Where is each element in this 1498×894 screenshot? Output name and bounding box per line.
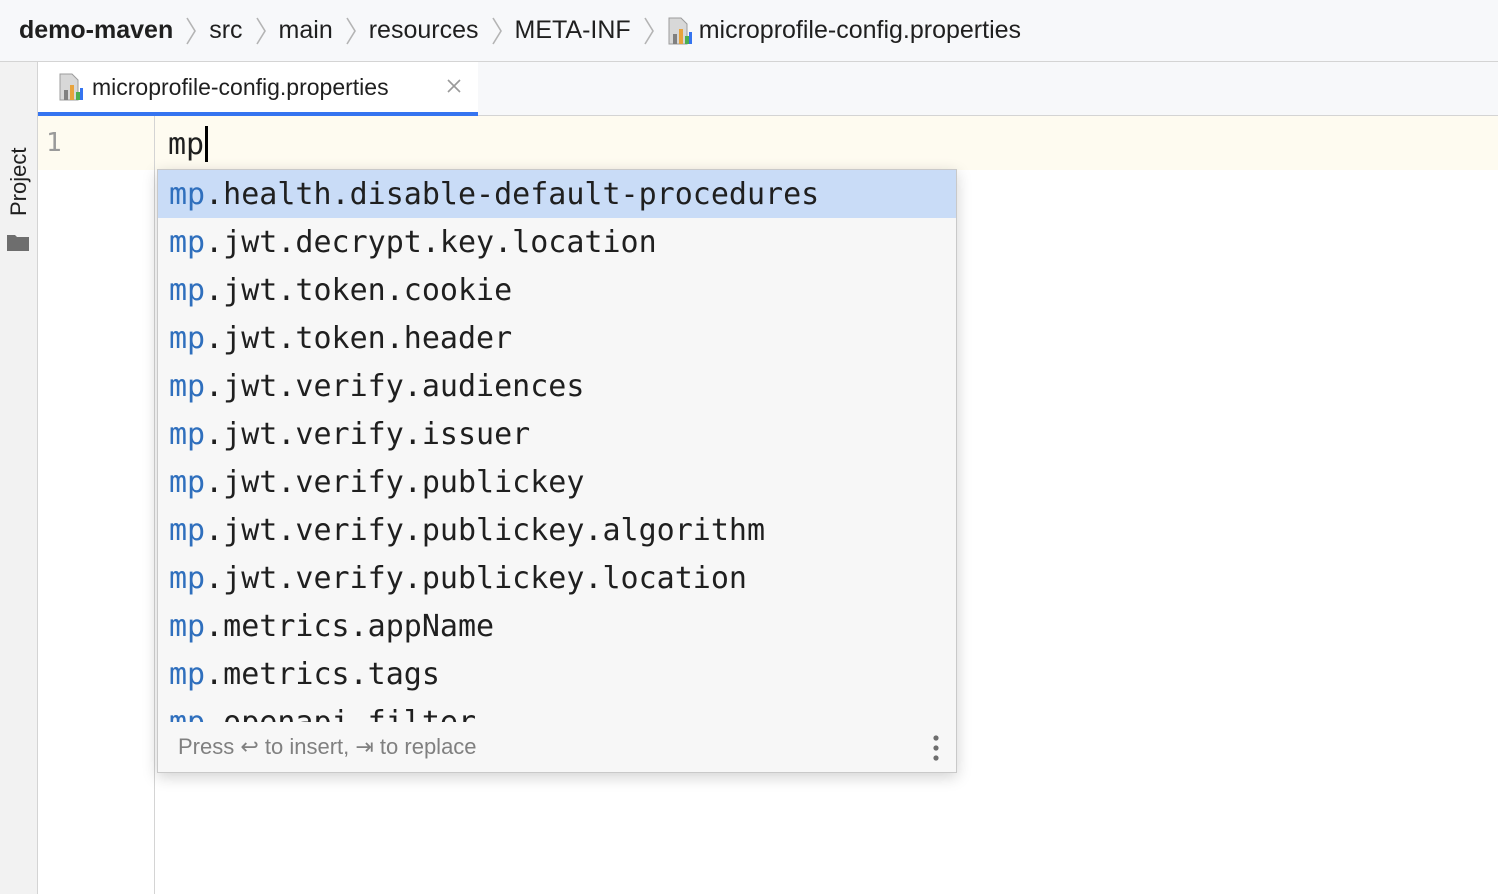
editor-tab-bar: microprofile-config.properties (38, 62, 1498, 116)
completion-item-text: .jwt.verify.publickey.algorithm (205, 512, 766, 548)
completion-item[interactable]: mp .jwt.verify.publickey.algorithm (158, 506, 956, 554)
completion-item[interactable]: mp .jwt.decrypt.key.location (158, 218, 956, 266)
breadcrumb-item-resources[interactable]: resources (369, 16, 479, 45)
completion-item-match: mp (169, 512, 206, 548)
completion-item[interactable]: mp .openapi.filter (158, 698, 956, 723)
completion-hint: Press ↩ to insert, ⇥ to replace (178, 734, 477, 759)
completion-item-text: .jwt.verify.issuer (205, 416, 531, 452)
text-caret (205, 126, 209, 162)
completion-item[interactable]: mp .jwt.verify.publickey.location (158, 554, 956, 602)
completion-item-text: .jwt.verify.publickey.location (205, 560, 747, 596)
completion-item[interactable]: mp .jwt.token.header (158, 314, 956, 362)
chevron-right-icon (254, 16, 268, 46)
line-number: 1 (46, 128, 62, 158)
completion-item-text: .jwt.token.header (205, 320, 513, 356)
breadcrumb-item-main[interactable]: main (279, 16, 333, 45)
completion-item[interactable]: mp .jwt.verify.publickey (158, 458, 956, 506)
project-tool-window-button[interactable]: Project (3, 142, 35, 222)
close-icon[interactable] (444, 76, 464, 96)
completion-item[interactable]: mp .metrics.tags (158, 650, 956, 698)
completion-item-match: mp (169, 176, 206, 212)
breadcrumb: demo-maven src main resources META-INF m… (0, 0, 1498, 62)
breadcrumb-item-project[interactable]: demo-maven (19, 16, 173, 45)
completion-item-match: mp (169, 368, 206, 404)
completion-item[interactable]: mp .jwt.verify.issuer (158, 410, 956, 458)
completion-item-text: .jwt.token.cookie (205, 272, 513, 308)
completion-list: mp .health.disable-default-procedures mp .j… (158, 170, 956, 722)
completion-item-match: mp (169, 656, 206, 692)
completion-item[interactable]: mp .metrics.appName (158, 602, 956, 650)
properties-file-icon (667, 16, 693, 46)
completion-item-text: .health.disable-default-procedures (205, 176, 820, 212)
completion-item-match: mp (169, 464, 206, 500)
completion-item-text: .openapi.filter (205, 704, 477, 723)
completion-item-match: mp (169, 704, 206, 723)
completion-popup: mp .health.disable-default-procedures mp .j… (157, 169, 957, 773)
breadcrumb-item-meta-inf[interactable]: META-INF (515, 16, 631, 45)
folder-icon[interactable] (6, 232, 30, 252)
properties-file-icon (58, 72, 84, 102)
breadcrumb-item-src[interactable]: src (209, 16, 242, 45)
editor-text[interactable]: mp (168, 126, 209, 162)
left-tool-strip: Project (0, 62, 38, 894)
completion-item-match: mp (169, 224, 206, 260)
completion-footer: Press ↩ to insert, ⇥ to replace (158, 722, 956, 772)
completion-item[interactable]: mp .health.disable-default-procedures (158, 170, 956, 218)
completion-item-text: .metrics.tags (205, 656, 440, 692)
completion-item-text: .jwt.decrypt.key.location (205, 224, 657, 260)
completion-item-match: mp (169, 560, 206, 596)
completion-item-match: mp (169, 416, 206, 452)
chevron-right-icon (184, 16, 198, 46)
current-line-highlight (38, 116, 1498, 170)
completion-item-match: mp (169, 320, 206, 356)
completion-item-match: mp (169, 272, 206, 308)
completion-item-match: mp (169, 608, 206, 644)
completion-item[interactable]: mp .jwt.token.cookie (158, 266, 956, 314)
tab-microprofile-config[interactable]: microprofile-config.properties (38, 62, 478, 116)
editor-gutter (38, 116, 155, 894)
chevron-right-icon (490, 16, 504, 46)
completion-item[interactable]: mp .jwt.verify.audiences (158, 362, 956, 410)
completion-item-text: .jwt.verify.publickey (205, 464, 585, 500)
completion-item-text: .metrics.appName (205, 608, 495, 644)
completion-item-text: .jwt.verify.audiences (205, 368, 585, 404)
chevron-right-icon (344, 16, 358, 46)
chevron-right-icon (642, 16, 656, 46)
tab-label: microprofile-config.properties (92, 73, 389, 100)
breadcrumb-item-file[interactable]: microprofile-config.properties (699, 16, 1021, 45)
typed-text: mp (168, 126, 205, 162)
more-vertical-icon[interactable] (932, 734, 940, 762)
